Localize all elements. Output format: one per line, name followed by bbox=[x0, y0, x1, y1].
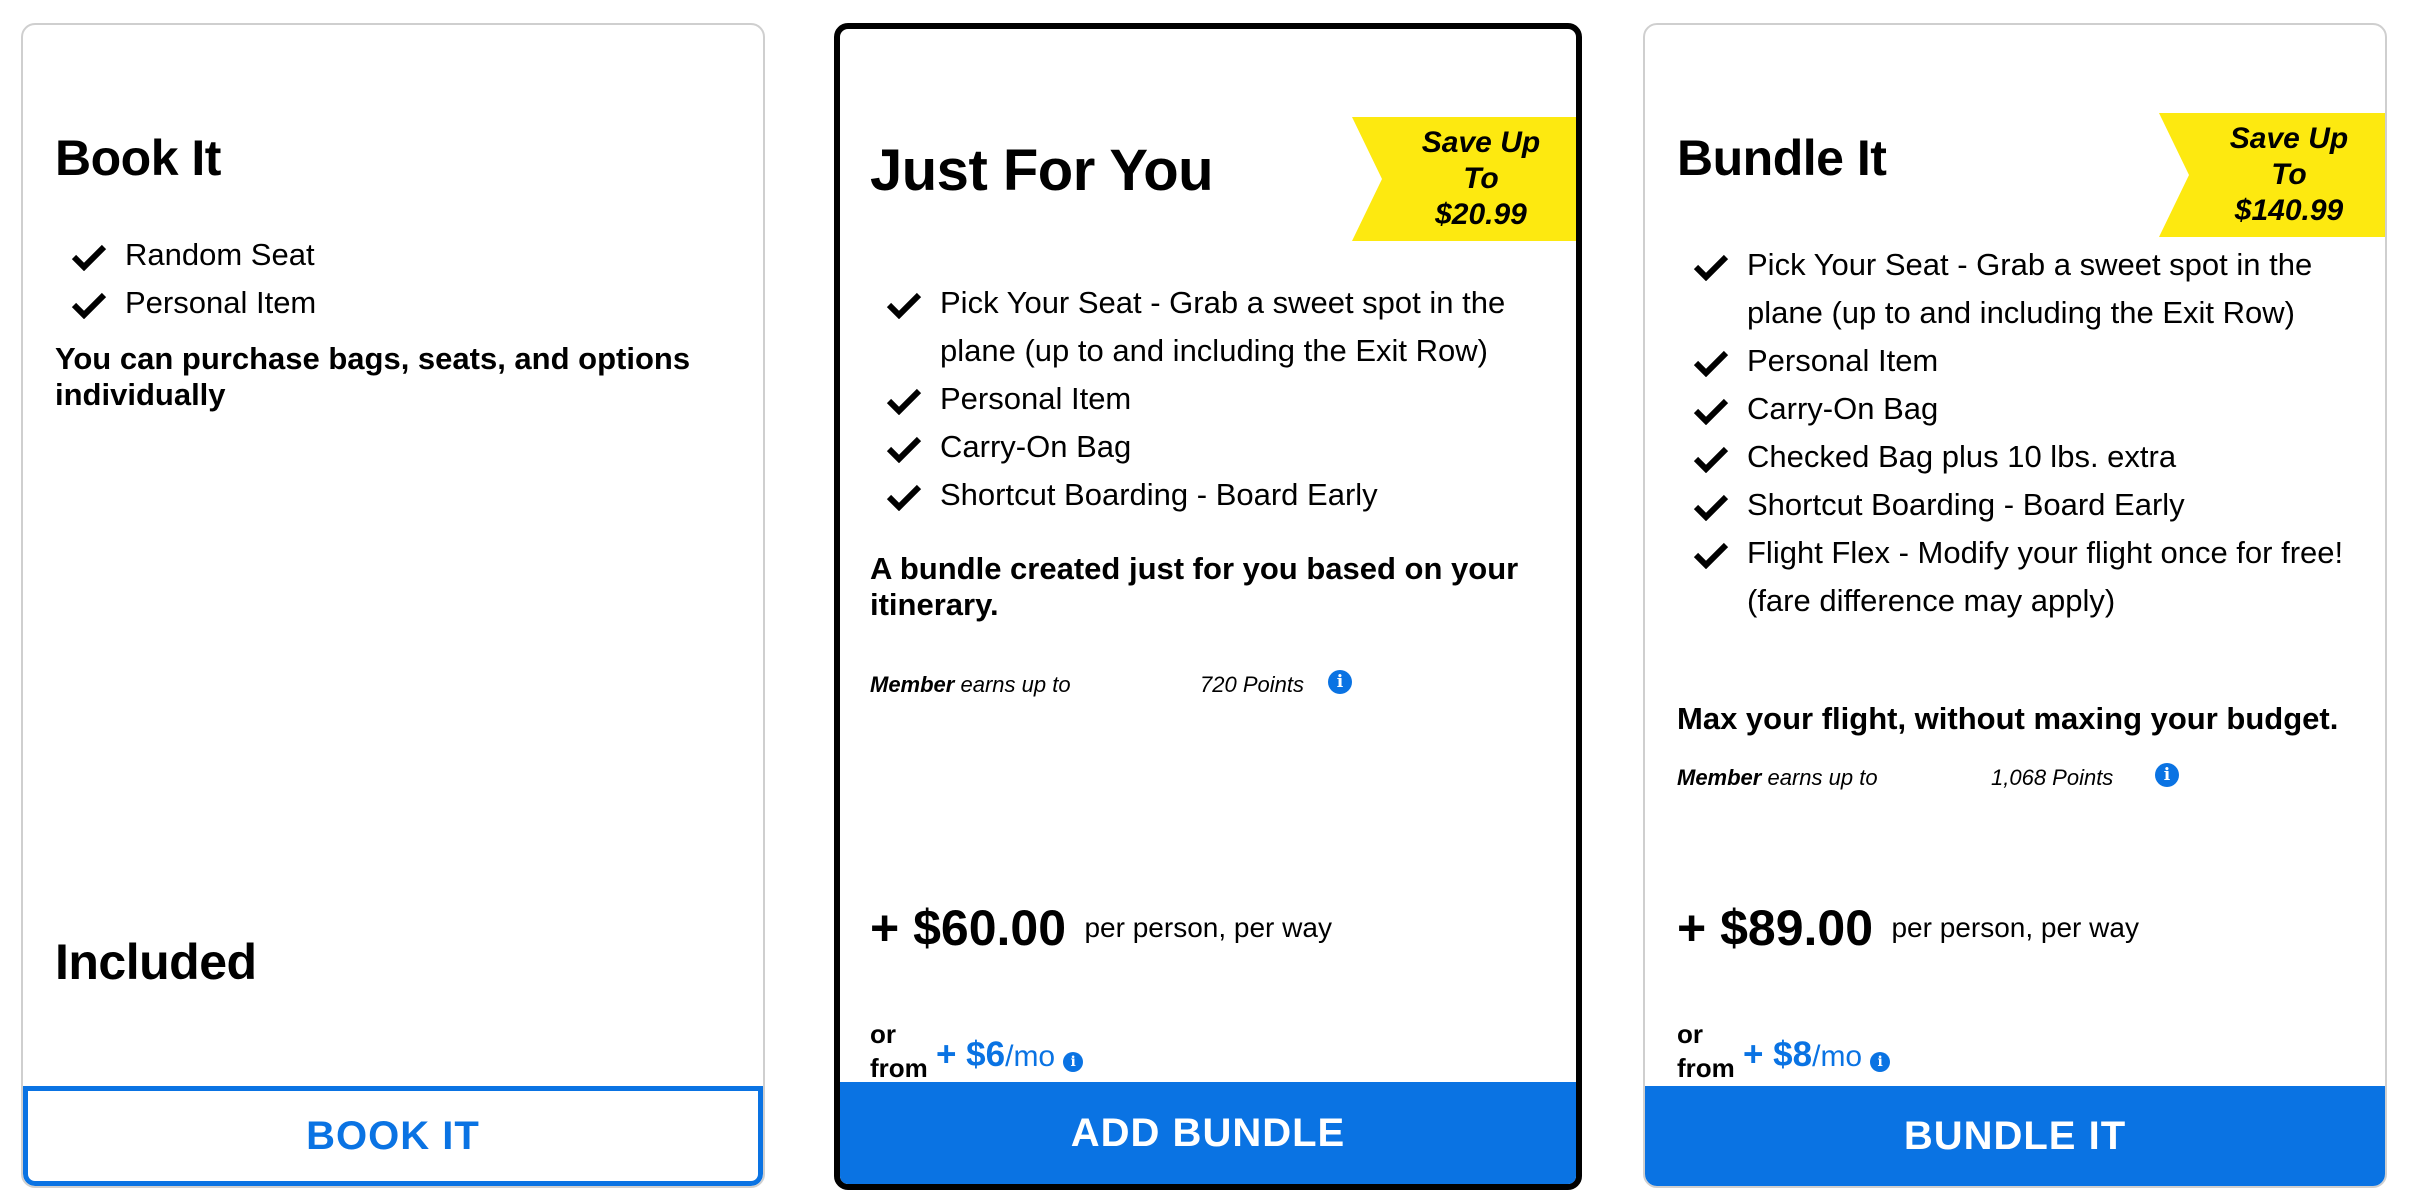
earns-label: earns up to bbox=[960, 672, 1071, 697]
feature-text: Carry-On Bag bbox=[1747, 391, 1939, 426]
info-icon[interactable]: i bbox=[1063, 1051, 1084, 1072]
check-icon bbox=[886, 292, 922, 319]
feature-item: Personal Item bbox=[1677, 337, 2357, 385]
feature-text: Shortcut Boarding - Board Early bbox=[1747, 487, 2185, 522]
feature-list: Pick Your Seat - Grab a sweet spot in th… bbox=[1677, 241, 2357, 625]
check-icon bbox=[71, 292, 107, 319]
feature-item: Carry-On Bag bbox=[1677, 385, 2357, 433]
feature-text: Shortcut Boarding - Board Early bbox=[940, 477, 1378, 512]
feature-item: Shortcut Boarding - Board Early bbox=[1677, 481, 2357, 529]
add-bundle-button[interactable]: ADD BUNDLE bbox=[840, 1082, 1576, 1184]
feature-item: Checked Bag plus 10 lbs. extra bbox=[1677, 433, 2357, 481]
from-label: from bbox=[870, 1053, 928, 1083]
price-amount: + $89.00 bbox=[1677, 900, 1874, 956]
check-icon bbox=[1693, 542, 1729, 569]
member-label: Member bbox=[1677, 765, 1762, 790]
feature-item: Personal Item bbox=[55, 279, 735, 327]
check-icon bbox=[1693, 350, 1729, 377]
check-icon bbox=[1693, 446, 1729, 473]
feature-text: Random Seat bbox=[125, 237, 315, 272]
feature-text: Checked Bag plus 10 lbs. extra bbox=[1747, 439, 2177, 474]
check-icon bbox=[886, 388, 922, 415]
feature-list: Pick Your Seat - Grab a sweet spot in th… bbox=[870, 279, 1550, 519]
ribbon-amount: $20.99 bbox=[1435, 198, 1527, 231]
feature-text: Pick Your Seat - Grab a sweet spot in th… bbox=[940, 285, 1506, 368]
price-suffix: per person, per way bbox=[1084, 912, 1332, 943]
feature-text: Personal Item bbox=[1747, 343, 1939, 378]
monthly-amount: + $6 bbox=[936, 1035, 1006, 1074]
feature-text: Carry-On Bag bbox=[940, 429, 1132, 464]
or-from: or from bbox=[870, 1017, 928, 1085]
bundle-it-card[interactable]: Save Up To $140.99 Bundle It Pick Your S… bbox=[1643, 23, 2387, 1188]
bundle-it-button[interactable]: BUNDLE IT bbox=[1645, 1086, 2385, 1186]
monthly-suffix: /mo bbox=[1005, 1040, 1056, 1073]
book-it-button[interactable]: BOOK IT bbox=[23, 1086, 763, 1186]
member-points: Member earns up to 1,068 Points i bbox=[1677, 763, 2197, 791]
info-icon[interactable]: i bbox=[1328, 670, 1352, 694]
feature-item: Personal Item bbox=[870, 375, 1550, 423]
check-icon bbox=[1693, 254, 1729, 281]
feature-text: Pick Your Seat - Grab a sweet spot in th… bbox=[1747, 247, 2313, 330]
feature-item: Carry-On Bag bbox=[870, 423, 1550, 471]
price-amount: + $60.00 bbox=[870, 900, 1067, 956]
feature-item: Flight Flex - Modify your flight once fo… bbox=[1677, 529, 2357, 625]
from-label: from bbox=[1677, 1053, 1735, 1083]
monthly-suffix: /mo bbox=[1812, 1040, 1863, 1073]
ribbon-line: Save Up To bbox=[1421, 126, 1541, 195]
check-icon bbox=[71, 244, 107, 271]
just-for-you-card[interactable]: Save Up To $20.99 Just For You Pick Your… bbox=[834, 23, 1582, 1190]
feature-item: Random Seat bbox=[55, 231, 735, 279]
feature-text: Personal Item bbox=[125, 285, 317, 320]
info-icon[interactable]: i bbox=[2155, 763, 2179, 787]
check-icon bbox=[886, 436, 922, 463]
book-it-card[interactable]: Book It Random Seat Personal Item You ca… bbox=[21, 23, 765, 1188]
savings-ribbon: Save Up To $140.99 bbox=[2159, 113, 2385, 237]
earns-label: earns up to bbox=[1767, 765, 1878, 790]
card-title: Book It bbox=[55, 130, 221, 186]
price: + $60.00 per person, per way bbox=[870, 899, 1332, 957]
check-icon bbox=[1693, 398, 1729, 425]
feature-text: Flight Flex - Modify your flight once fo… bbox=[1747, 535, 2344, 618]
included-label: Included bbox=[55, 934, 257, 990]
feature-text: Personal Item bbox=[940, 381, 1132, 416]
points-value: 720 Points bbox=[1200, 672, 1304, 697]
check-icon bbox=[886, 484, 922, 511]
card-title: Just For You bbox=[870, 138, 1214, 203]
feature-list: Random Seat Personal Item bbox=[55, 231, 735, 327]
or-from: or from bbox=[1677, 1017, 1735, 1085]
price-suffix: per person, per way bbox=[1891, 912, 2139, 943]
member-points: Member earns up to 720 Points i bbox=[870, 670, 1370, 698]
savings-ribbon: Save Up To $20.99 bbox=[1352, 117, 1576, 241]
monthly-amount: + $8 bbox=[1743, 1035, 1813, 1074]
ribbon-line: Save Up To bbox=[2229, 122, 2349, 191]
ribbon-amount: $140.99 bbox=[2234, 194, 2344, 227]
card-title: Bundle It bbox=[1677, 130, 1887, 186]
member-label: Member bbox=[870, 672, 955, 697]
points-value: 1,068 Points bbox=[1991, 765, 2114, 790]
feature-item: Pick Your Seat - Grab a sweet spot in th… bbox=[1677, 241, 2357, 337]
info-icon[interactable]: i bbox=[1870, 1051, 1891, 1072]
feature-item: Pick Your Seat - Grab a sweet spot in th… bbox=[870, 279, 1550, 375]
or-label: or bbox=[870, 1019, 896, 1049]
card-description: You can purchase bags, seats, and option… bbox=[55, 341, 691, 412]
monthly-price: + $6/mo i bbox=[936, 1035, 1084, 1075]
card-description: A bundle created just for you based on y… bbox=[870, 551, 1519, 622]
feature-item: Shortcut Boarding - Board Early bbox=[870, 471, 1550, 519]
monthly-price: + $8/mo i bbox=[1743, 1035, 1891, 1075]
card-description: Max your flight, without maxing your bud… bbox=[1677, 701, 2339, 736]
price: + $89.00 per person, per way bbox=[1677, 899, 2139, 957]
or-label: or bbox=[1677, 1019, 1703, 1049]
check-icon bbox=[1693, 494, 1729, 521]
